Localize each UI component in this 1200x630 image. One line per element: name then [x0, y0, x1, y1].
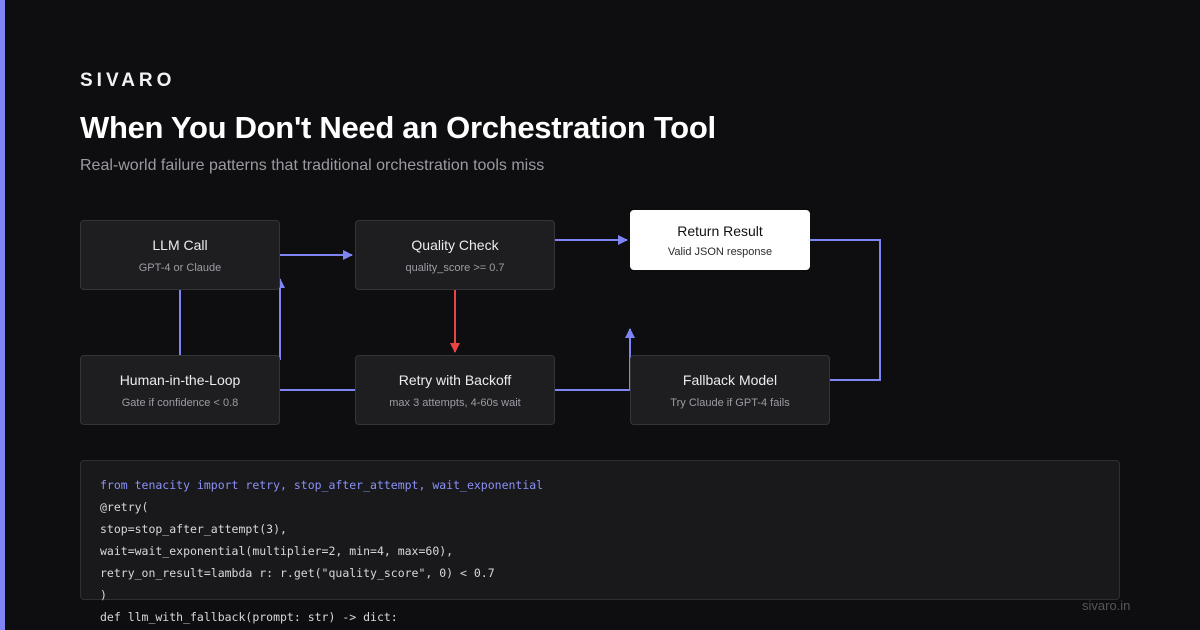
code-line: from tenacity import retry, stop_after_a…: [100, 478, 544, 492]
node-human-in-the-loop: Human-in-the-Loop Gate if confidence < 0…: [80, 355, 280, 425]
node-retry-with-backoff: Retry with Backoff max 3 attempts, 4-60s…: [355, 355, 555, 425]
node-sublabel: Try Claude if GPT-4 fails: [670, 396, 790, 409]
code-snippet: from tenacity import retry, stop_after_a…: [100, 474, 543, 628]
node-label: Fallback Model: [682, 371, 778, 388]
node-label: Return Result: [677, 222, 763, 239]
node-quality-check: Quality Check quality_score >= 0.7: [355, 220, 555, 290]
node-label: Quality Check: [411, 236, 499, 253]
code-line: def llm_with_fallback(prompt: str) -> di…: [100, 610, 398, 624]
node-llm-call: LLM Call GPT-4 or Claude: [80, 220, 280, 290]
node-sublabel: quality_score >= 0.7: [405, 261, 505, 274]
node-sublabel: GPT-4 or Claude: [138, 261, 222, 274]
node-label: Retry with Backoff: [398, 371, 512, 388]
footer-url: sivaro.in: [1082, 598, 1131, 613]
code-line: ): [100, 588, 107, 602]
node-label: LLM Call: [152, 236, 208, 253]
code-line: stop=stop_after_attempt(3),: [100, 522, 287, 536]
code-line: retry_on_result=lambda r: r.get("quality…: [100, 566, 495, 580]
node-sublabel: max 3 attempts, 4-60s wait: [389, 396, 521, 409]
node-sublabel: Gate if confidence < 0.8: [121, 396, 239, 409]
edge-retry-to-result: [555, 328, 635, 391]
node-return-result: Return Result Valid JSON response: [630, 210, 810, 270]
node-sublabel: Valid JSON response: [667, 245, 773, 258]
node-label: Human-in-the-Loop: [119, 371, 241, 388]
node-fallback-model: Fallback Model Try Claude if GPT-4 fails: [630, 355, 830, 425]
code-line: wait=wait_exponential(multiplier=2, min=…: [100, 544, 454, 558]
code-line: @retry(: [100, 500, 149, 514]
